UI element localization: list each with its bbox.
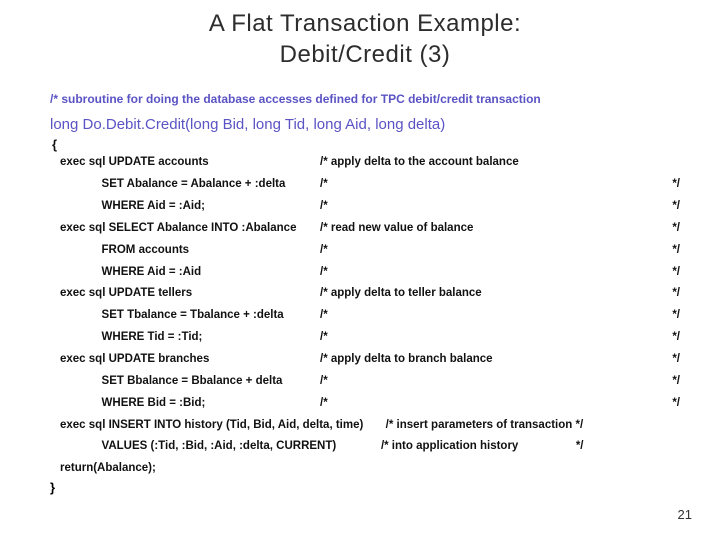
code-row: exec sql UPDATE branches/* apply delta t… (50, 349, 680, 371)
code-right: */ (650, 240, 680, 262)
code-mid: /* apply delta to branch balance (320, 349, 650, 371)
code-right: */ (650, 174, 680, 196)
values-line: VALUES (:Tid, :Bid, :Aid, :delta, CURREN… (50, 436, 680, 458)
code-mid: /* (320, 393, 650, 415)
open-brace: { (50, 137, 680, 152)
code-left: SET Bbalance = Bbalance + delta (50, 371, 320, 393)
code-left: SET Tbalance = Tbalance + :delta (50, 305, 320, 327)
code-row: FROM accounts/**/ (50, 240, 680, 262)
code-block: exec sql UPDATE accounts/* apply delta t… (50, 152, 680, 480)
code-left: WHERE Bid = :Bid; (50, 393, 320, 415)
code-mid: /* (320, 240, 650, 262)
code-mid: /* (320, 327, 650, 349)
code-right: */ (650, 218, 680, 240)
insert-line: exec sql INSERT INTO history (Tid, Bid, … (50, 415, 680, 437)
code-mid: /* apply delta to teller balance (320, 283, 650, 305)
code-right (650, 152, 680, 174)
code-row: SET Bbalance = Bbalance + delta/**/ (50, 371, 680, 393)
code-left: WHERE Aid = :Aid (50, 262, 320, 284)
code-right: */ (650, 393, 680, 415)
code-row: WHERE Bid = :Bid;/**/ (50, 393, 680, 415)
title-line-1: A Flat Transaction Example: (209, 10, 521, 37)
code-mid: /* (320, 371, 650, 393)
code-row: exec sql UPDATE accounts/* apply delta t… (50, 152, 680, 174)
title-line-2: Debit/Credit (3) (280, 41, 451, 68)
code-right: */ (650, 349, 680, 371)
code-mid: /* apply delta to the account balance (320, 152, 650, 174)
code-row: SET Abalance = Abalance + :delta/**/ (50, 174, 680, 196)
code-row: WHERE Aid = :Aid;/**/ (50, 196, 680, 218)
code-mid: /* (320, 305, 650, 327)
code-left: WHERE Tid = :Tid; (50, 327, 320, 349)
code-row: exec sql UPDATE tellers/* apply delta to… (50, 283, 680, 305)
code-mid: /* (320, 196, 650, 218)
close-brace: } (50, 480, 680, 495)
code-mid: /* read new value of balance (320, 218, 650, 240)
code-right: */ (650, 196, 680, 218)
page-number: 21 (678, 507, 692, 522)
subroutine-comment: /* subroutine for doing the database acc… (50, 92, 680, 106)
code-row: WHERE Tid = :Tid;/**/ (50, 327, 680, 349)
code-row: SET Tbalance = Tbalance + :delta/**/ (50, 305, 680, 327)
code-right: */ (650, 327, 680, 349)
code-mid: /* (320, 262, 650, 284)
code-right: */ (650, 283, 680, 305)
slide-title: A Flat Transaction Example: Debit/Credit… (50, 8, 680, 70)
function-signature: long Do.Debit.Credit(long Bid, long Tid,… (50, 116, 680, 133)
code-mid: /* (320, 174, 650, 196)
code-right: */ (650, 371, 680, 393)
code-row: WHERE Aid = :Aid/**/ (50, 262, 680, 284)
slide: A Flat Transaction Example: Debit/Credit… (0, 0, 720, 540)
return-line: return(Abalance); (50, 458, 680, 480)
code-left: exec sql UPDATE accounts (50, 152, 320, 174)
code-left: FROM accounts (50, 240, 320, 262)
code-left: SET Abalance = Abalance + :delta (50, 174, 320, 196)
code-row: exec sql SELECT Abalance INTO :Abalance/… (50, 218, 680, 240)
code-left: exec sql UPDATE tellers (50, 283, 320, 305)
code-right: */ (650, 305, 680, 327)
code-left: exec sql UPDATE branches (50, 349, 320, 371)
code-right: */ (650, 262, 680, 284)
code-left: WHERE Aid = :Aid; (50, 196, 320, 218)
code-left: exec sql SELECT Abalance INTO :Abalance (50, 218, 320, 240)
